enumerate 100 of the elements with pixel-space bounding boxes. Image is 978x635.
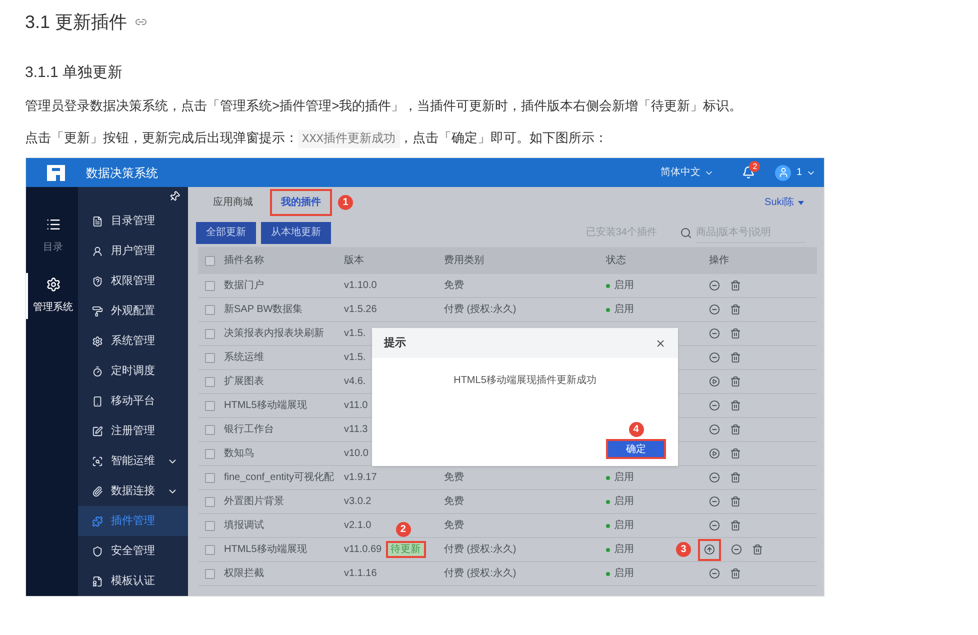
table-cell-text: v10.0 xyxy=(344,447,368,461)
checkbox[interactable] xyxy=(205,376,215,386)
phone-icon xyxy=(92,396,103,406)
status-text: 启用 xyxy=(614,494,634,509)
menu-item[interactable]: 模板认证 xyxy=(78,566,188,596)
account-menu[interactable]: Suki陈 xyxy=(764,195,804,210)
menu-item[interactable]: 移动平台 xyxy=(78,386,188,416)
document-icon xyxy=(92,216,103,226)
caret-icon xyxy=(798,200,804,204)
menu-item[interactable]: 智能运维 xyxy=(78,446,188,476)
delete-icon[interactable] xyxy=(730,352,741,363)
status-text: 启用 xyxy=(614,470,634,485)
tab[interactable]: 我的插件 xyxy=(270,189,332,216)
checkbox[interactable] xyxy=(205,424,215,434)
tab[interactable]: 应用商城 xyxy=(202,189,264,216)
menu-item[interactable]: 数据连接 xyxy=(78,476,188,506)
menu-item[interactable]: 用户管理 xyxy=(78,236,188,266)
menu-item[interactable]: 注册管理 xyxy=(78,416,188,446)
disable-icon[interactable] xyxy=(709,400,720,411)
play-icon[interactable] xyxy=(709,376,720,387)
disable-icon[interactable] xyxy=(709,424,720,435)
checkbox[interactable] xyxy=(205,472,215,482)
checkbox[interactable] xyxy=(205,496,215,506)
checkbox[interactable] xyxy=(205,520,215,530)
dialog-title: 提示 xyxy=(384,336,406,351)
form-icon xyxy=(92,426,103,436)
checkbox[interactable] xyxy=(205,448,215,458)
table-cell-text: 付费 (授权:永久) xyxy=(444,542,518,557)
delete-icon[interactable] xyxy=(730,424,741,435)
table-cell-text: 付费 (授权:永久) xyxy=(444,302,518,317)
settings-icon xyxy=(46,277,60,292)
disable-icon[interactable] xyxy=(709,304,720,315)
checkbox[interactable] xyxy=(205,544,215,554)
disable-icon[interactable] xyxy=(709,328,720,339)
checkbox[interactable] xyxy=(205,568,215,578)
table-cell-text: 权限拦截 xyxy=(224,566,265,581)
confirm-button[interactable]: 确定 xyxy=(606,439,666,459)
column-header: 操作 xyxy=(709,254,730,268)
disable-icon[interactable] xyxy=(709,472,720,483)
checkbox[interactable] xyxy=(205,328,215,338)
delete-icon[interactable] xyxy=(730,520,741,531)
menu-item[interactable]: 权限管理 xyxy=(78,266,188,296)
update-icon[interactable] xyxy=(704,544,715,555)
disable-icon[interactable] xyxy=(709,496,720,507)
table-cell-text: 银行工作台 xyxy=(224,422,275,437)
menu-item[interactable]: 安全管理 xyxy=(78,536,188,566)
avatar-icon[interactable] xyxy=(775,164,792,180)
delete-icon[interactable] xyxy=(730,304,741,315)
paragraph: 管理员登录数据决策系统，点击「管理系统>插件管理>我的插件」，当插件可更新时，插件版本右侧会新增「待更新」标识。 xyxy=(25,97,744,115)
user-menu[interactable]: 1 xyxy=(796,165,816,180)
play-icon[interactable] xyxy=(709,448,720,459)
table-cell-text: 外置图片背景 xyxy=(224,494,285,509)
checkbox[interactable] xyxy=(205,400,215,410)
language-selector[interactable]: 简体中文 xyxy=(660,165,714,180)
close-icon[interactable] xyxy=(655,338,666,348)
action-button[interactable]: 从本地更新 xyxy=(261,222,331,244)
delete-icon[interactable] xyxy=(730,376,741,387)
checkbox[interactable] xyxy=(205,352,215,362)
inline-code: XXX插件更新成功 xyxy=(298,130,400,148)
link-icon[interactable] xyxy=(135,16,148,28)
column-header: 状态 xyxy=(606,254,627,268)
menu-item[interactable]: 系统管理 xyxy=(78,326,188,356)
table-cell-text: 免费 xyxy=(444,470,465,485)
delete-icon[interactable] xyxy=(730,568,741,579)
certificate-icon xyxy=(92,576,103,586)
table-cell-text: 扩展图表 xyxy=(224,374,265,389)
table-cell-text: v4.6. xyxy=(344,375,366,389)
disable-icon[interactable] xyxy=(709,352,720,363)
menu-item[interactable]: 外观配置 xyxy=(78,296,188,326)
table-cell-text: 数知鸟 xyxy=(224,447,255,461)
subsection-heading: 3.1.1 单独更新 xyxy=(25,63,124,83)
status-text: 启用 xyxy=(614,278,634,293)
disable-icon[interactable] xyxy=(709,568,720,579)
status-text: 启用 xyxy=(614,518,634,533)
disable-icon[interactable] xyxy=(709,520,720,531)
delete-icon[interactable] xyxy=(730,448,741,459)
menu-item[interactable]: 插件管理 xyxy=(78,506,188,536)
table-cell-text: HTML5移动端展现 xyxy=(224,542,308,557)
checkbox[interactable] xyxy=(205,304,215,314)
disable-icon[interactable] xyxy=(709,280,720,291)
table-cell-text: v1.1.16 xyxy=(344,567,377,581)
delete-icon[interactable] xyxy=(730,280,741,291)
rail-label: 管理系统 xyxy=(33,300,73,315)
checkbox[interactable] xyxy=(205,280,215,290)
table-cell-text: v1.10.0 xyxy=(344,279,377,293)
delete-icon[interactable] xyxy=(730,496,741,507)
table-cell-text: 免费 xyxy=(444,518,465,533)
action-button[interactable]: 全部更新 xyxy=(196,222,256,244)
rail-item[interactable]: 目录 xyxy=(26,213,78,259)
status-text: 启用 xyxy=(614,302,634,317)
app-title: 数据决策系统 xyxy=(86,164,158,182)
delete-icon[interactable] xyxy=(730,328,741,339)
disable-icon[interactable] xyxy=(731,544,742,555)
menu-item[interactable]: 定时调度 xyxy=(78,356,188,386)
callout-badge: 2 xyxy=(396,522,411,537)
delete-icon[interactable] xyxy=(752,544,763,555)
checkbox[interactable] xyxy=(205,256,215,266)
menu-item[interactable]: 目录管理 xyxy=(78,206,188,236)
delete-icon[interactable] xyxy=(730,400,741,411)
delete-icon[interactable] xyxy=(730,472,741,483)
